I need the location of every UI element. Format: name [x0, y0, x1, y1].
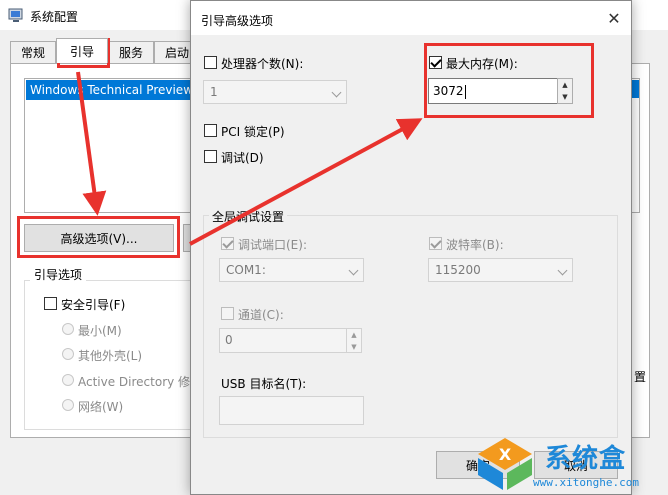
- watermark-url: www.xitonghe.com: [533, 476, 639, 489]
- debug-port-checkbox[interactable]: [221, 237, 234, 250]
- tab-services[interactable]: 服务: [108, 41, 154, 63]
- channel-input[interactable]: 0: [219, 328, 347, 353]
- dialog-title: 引导高级选项: [201, 14, 274, 28]
- channel-label: 通道(C):: [238, 308, 284, 322]
- chevron-down-icon: [331, 87, 342, 98]
- minimal-label: 最小(M): [78, 324, 122, 338]
- debug-port-label: 调试端口(E):: [238, 238, 307, 252]
- network-radio[interactable]: [62, 399, 74, 411]
- svg-text:X: X: [499, 445, 512, 464]
- pci-lock-checkbox[interactable]: [204, 124, 217, 137]
- alternate-shell-radio[interactable]: [62, 348, 74, 360]
- debug-label: 调试(D): [221, 151, 264, 165]
- bg-right-edge-text: 置: [634, 370, 647, 384]
- tab-boot[interactable]: 引导: [56, 38, 108, 63]
- network-label: 网络(W): [78, 400, 124, 414]
- safe-boot-checkbox[interactable]: [44, 297, 57, 310]
- watermark-text: 系统盒: [545, 444, 627, 474]
- channel-spinner[interactable]: ▲ ▼: [346, 328, 362, 353]
- ad-repair-label: Active Directory 修复: [78, 375, 190, 389]
- highlight-max-memory: [424, 43, 594, 118]
- highlight-advanced-button: [17, 216, 180, 258]
- baud-rate-label: 波特率(B):: [446, 238, 504, 252]
- ad-repair-radio[interactable]: [62, 374, 74, 386]
- spin-up-icon[interactable]: ▲: [347, 329, 361, 340]
- bg-window-title: 系统配置: [30, 10, 79, 24]
- alternate-shell-label: 其他外壳(L): [78, 349, 143, 363]
- baud-rate-value: 115200: [435, 263, 481, 277]
- boot-options-group-label: 引导选项: [30, 266, 87, 283]
- processors-value: 1: [210, 85, 218, 99]
- tab-general[interactable]: 常规: [10, 41, 56, 63]
- processors-checkbox[interactable]: [204, 56, 217, 69]
- watermark-logo: X: [474, 436, 536, 492]
- close-icon[interactable]: ✕: [603, 7, 625, 29]
- debug-port-value: COM1:: [226, 263, 266, 277]
- channel-value: 0: [225, 333, 233, 347]
- system-config-app-icon: [8, 7, 24, 23]
- os-list-item[interactable]: Windows Technical Preview: [26, 80, 194, 100]
- chevron-down-icon: [557, 265, 568, 276]
- processors-label: 处理器个数(N):: [221, 57, 304, 71]
- usb-target-input[interactable]: [219, 396, 364, 425]
- global-debug-group-label: 全局调试设置: [209, 208, 288, 225]
- pci-lock-label: PCI 锁定(P): [221, 125, 285, 139]
- baud-rate-checkbox[interactable]: [429, 237, 442, 250]
- processors-select[interactable]: 1: [203, 80, 347, 104]
- debug-port-select[interactable]: COM1:: [219, 258, 364, 282]
- spin-down-icon[interactable]: ▼: [347, 341, 361, 352]
- minimal-radio[interactable]: [62, 323, 74, 335]
- channel-checkbox[interactable]: [221, 307, 234, 320]
- debug-checkbox[interactable]: [204, 150, 217, 163]
- usb-target-label: USB 目标名(T):: [221, 377, 307, 391]
- safe-boot-label: 安全引导(F): [61, 298, 126, 312]
- chevron-down-icon: [348, 265, 359, 276]
- baud-rate-select[interactable]: 115200: [428, 258, 573, 282]
